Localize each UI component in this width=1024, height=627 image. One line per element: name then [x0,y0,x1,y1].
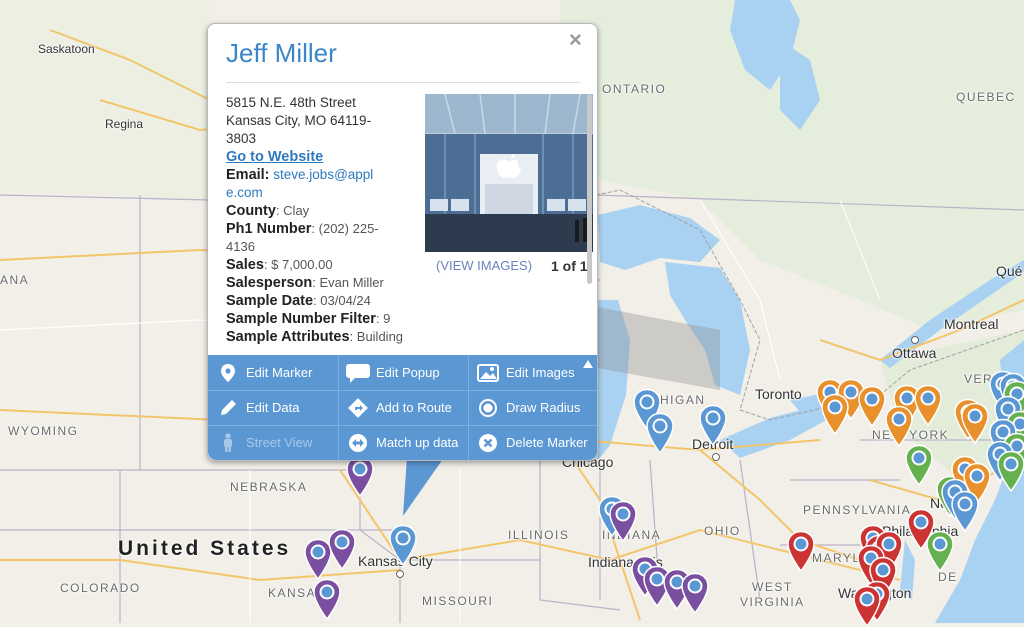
phone-value: : (202) 225- [311,221,378,236]
green-map-marker[interactable] [904,444,934,486]
sample-date-value: : 03/04/24 [313,293,371,308]
orange-map-marker[interactable] [913,384,943,426]
state-label-kansas: KANSA [268,586,316,600]
blue-map-marker[interactable] [698,404,728,446]
orange-map-marker[interactable] [857,385,887,427]
state-label-colorado: COLORADO [60,581,141,595]
marker-popup: Jeff Miller × 5815 N.E. 48th Street Kans… [207,23,598,461]
address-line: 3803 [226,130,406,148]
sample-date-label: Sample Date [226,293,313,309]
red-map-marker[interactable] [906,508,936,550]
state-label-montana: ANA [0,273,29,287]
blue-map-marker[interactable] [645,412,675,454]
image-counter: 1 of 1 [551,258,588,274]
edit-images-button[interactable]: Edit Images [468,355,597,390]
city-label-toronto: Toronto [755,386,802,402]
map-pin-icon [216,361,240,385]
street-view-button[interactable]: Street View [208,425,337,460]
sales-label: Sales [226,257,264,273]
sample-number-label: Sample Number Filter [226,311,376,327]
pegman-icon [216,431,240,455]
add-to-route-button[interactable]: Add to Route [338,390,467,425]
county-value: : Clay [276,203,309,218]
route-icon [346,396,370,420]
state-label-ohio: OHIO [704,524,741,538]
province-label-ontario: ONTARIO [602,82,666,96]
speech-bubble-icon [346,361,370,385]
edit-popup-button[interactable]: Edit Popup [338,355,467,390]
address-line: 5815 N.E. 48th Street [226,94,406,112]
green-map-marker[interactable] [996,450,1024,492]
website-link[interactable]: Go to Website [226,149,323,165]
sales-value: : $ 7,000.00 [264,257,333,272]
city-label-montreal: Montreal [944,316,998,332]
popup-title: Jeff Miller [226,38,337,69]
purple-map-marker[interactable] [608,500,638,542]
address-line: Kansas City, MO 64119- [226,112,406,130]
city-label-saskatoon: Saskatoon [38,42,95,56]
city-label-quebec-city: Qué [996,263,1022,279]
edit-data-button[interactable]: Edit Data [208,390,337,425]
sample-attributes-value: : Building & construction;Life [350,329,406,344]
country-label-united-states: United States [118,537,291,561]
purple-map-marker[interactable] [312,578,342,620]
orange-map-marker[interactable] [960,402,990,444]
purple-map-marker[interactable] [345,455,375,497]
state-label-west: WEST [752,580,793,594]
match-up-data-button[interactable]: Match up data [338,425,467,460]
popup-details[interactable]: 5815 N.E. 48th Street Kansas City, MO 64… [226,94,406,346]
province-label-quebec: QUEBEC [956,90,1016,104]
orange-map-marker[interactable] [884,405,914,447]
state-label-virginia: VIRGINIA [740,595,805,609]
state-label-illinois: ILLINOIS [508,528,569,542]
red-map-marker[interactable] [786,530,816,572]
swap-arrows-icon [346,431,370,455]
blue-map-marker[interactable] [950,490,980,532]
city-dot-ottawa [911,336,919,344]
popup-pointer [395,456,455,518]
city-label-regina: Regina [105,117,143,131]
city-label-ottawa: Ottawa [892,345,936,361]
state-label-missouri: MISSOURI [422,594,493,608]
pencil-icon [216,396,240,420]
county-label: County [226,203,276,219]
purple-map-marker[interactable] [327,528,357,570]
view-images-link[interactable]: (VIEW IMAGES) [436,258,532,273]
email-label: Email: [226,167,270,183]
city-dot-kansas-city [396,570,404,578]
popup-divider [226,82,580,83]
delete-icon [476,431,500,455]
state-label-nebraska: NEBRASKA [230,480,307,494]
state-label-pennsylvania: PENNSYLVANIA [803,503,911,517]
sample-number-value: : 9 [376,311,390,326]
close-icon[interactable]: × [569,27,582,53]
location-photo[interactable] [425,94,593,252]
orange-map-marker[interactable] [820,393,850,435]
blue-map-marker[interactable] [388,524,418,566]
purple-map-marker[interactable] [680,572,710,614]
edit-marker-button[interactable]: Edit Marker [208,355,337,390]
details-scrollbar[interactable] [587,94,592,284]
red-map-marker[interactable] [852,585,882,627]
radius-icon [476,396,500,420]
marker-toolbar: Edit Marker Edit Popup Edit Images Edit … [208,355,597,460]
sample-attributes-label: Sample Attributes [226,329,350,345]
image-icon [476,361,500,385]
phone-label: Ph1 Number [226,221,311,237]
salesperson-value: : Evan Miller [312,275,384,290]
salesperson-label: Salesperson [226,275,312,291]
city-dot-detroit [712,453,720,461]
phone-value-cont: 4136 [226,239,255,254]
delete-marker-button[interactable]: Delete Marker [468,425,597,460]
state-label-wyoming: WYOMING [8,424,79,438]
draw-radius-button[interactable]: Draw Radius [468,390,597,425]
state-label-delaware: DE [938,570,958,584]
